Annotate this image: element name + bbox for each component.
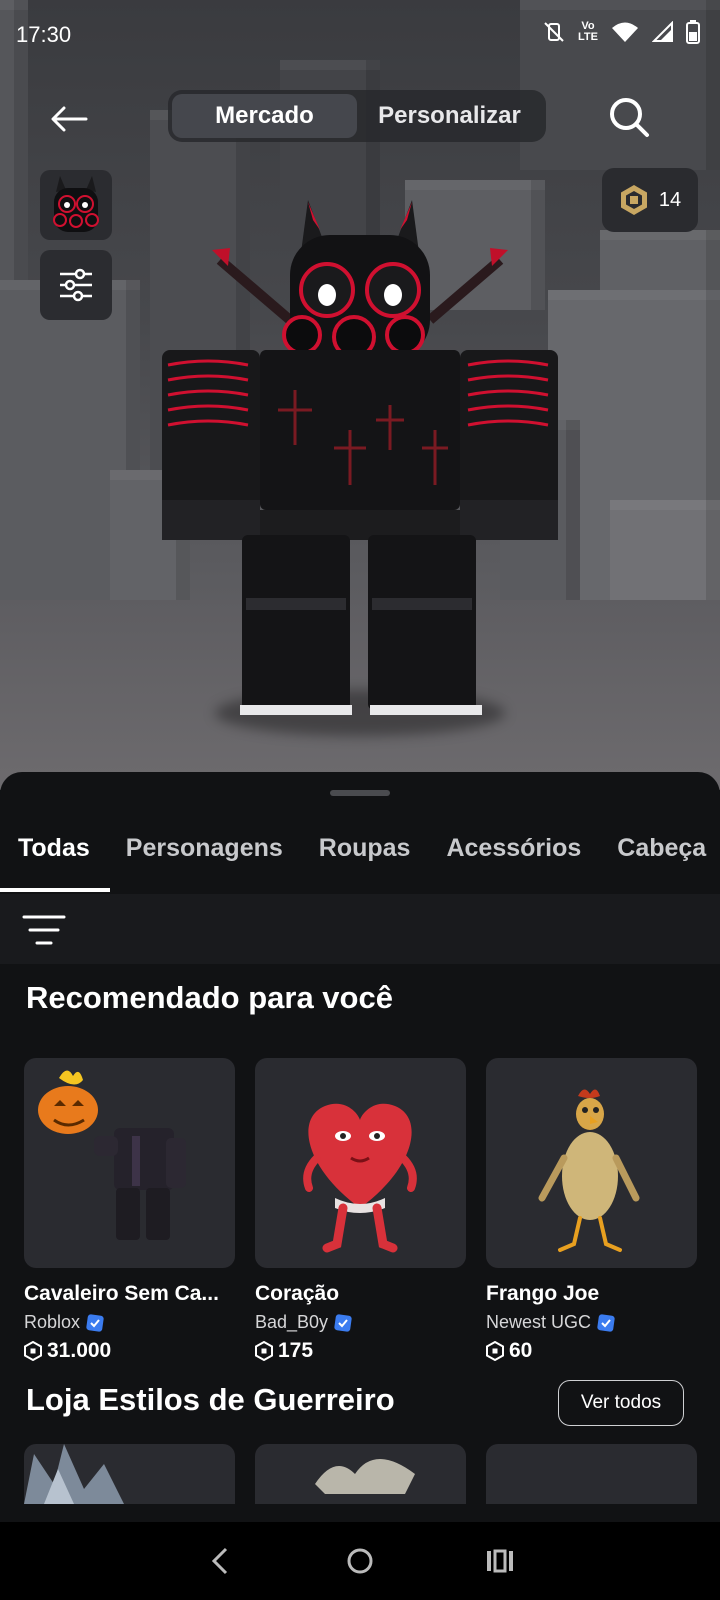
avatar-thumbnail-button[interactable] bbox=[40, 170, 112, 240]
item-card[interactable] bbox=[486, 1444, 697, 1504]
price-value: 60 bbox=[509, 1339, 533, 1362]
item-price: 31.000 bbox=[24, 1339, 235, 1363]
item-creator: Newest UGC bbox=[486, 1312, 697, 1333]
chicken-character-image bbox=[538, 1089, 640, 1252]
item-creator: Roblox bbox=[24, 1312, 235, 1333]
avatar-head-icon bbox=[53, 176, 99, 232]
item-card[interactable]: Frango Joe Newest UGC 60 bbox=[486, 1058, 697, 1363]
item-card[interactable] bbox=[255, 1444, 466, 1504]
tab-mercado[interactable]: Mercado bbox=[172, 94, 357, 138]
tab-acessorios[interactable]: Acessórios bbox=[428, 828, 599, 888]
filter-row bbox=[0, 894, 720, 964]
item-card[interactable]: Cavaleiro Sem Ca... Roblox 31.000 bbox=[24, 1058, 235, 1363]
avatar-character[interactable] bbox=[150, 190, 570, 730]
section-title-recommended: Recomendado para você bbox=[26, 980, 393, 1015]
item-thumbnail bbox=[255, 1058, 466, 1268]
signal-icon bbox=[652, 21, 673, 42]
item-price: 60 bbox=[486, 1339, 697, 1363]
creator-name: Newest UGC bbox=[486, 1312, 592, 1332]
section-title-shop: Loja Estilos de Guerreiro bbox=[26, 1382, 395, 1417]
heart-character-image bbox=[303, 1103, 417, 1253]
robux-icon bbox=[486, 1341, 504, 1361]
status-time: 17:30 bbox=[16, 22, 72, 47]
item-creator: Bad_B0y bbox=[255, 1312, 466, 1333]
tab-personagens[interactable]: Personagens bbox=[108, 828, 301, 888]
status-icons: Vo LTE bbox=[542, 20, 700, 44]
robux-amount: 14 bbox=[658, 188, 682, 211]
item-card[interactable]: Coração Bad_B0y 175 bbox=[255, 1058, 466, 1363]
tab-roupas[interactable]: Roupas bbox=[301, 828, 429, 888]
nav-home-button[interactable] bbox=[340, 1541, 380, 1581]
creator-name: Bad_B0y bbox=[255, 1312, 329, 1332]
verified-badge-icon bbox=[597, 1313, 615, 1332]
price-value: 175 bbox=[278, 1339, 314, 1362]
battery-icon bbox=[686, 20, 700, 44]
nav-back-button[interactable] bbox=[200, 1541, 240, 1581]
sheet-drag-handle[interactable] bbox=[330, 790, 390, 796]
sliders-icon bbox=[60, 268, 92, 302]
nav-recents-button[interactable] bbox=[480, 1541, 520, 1581]
tab-cabeca[interactable]: Cabeça bbox=[599, 828, 720, 888]
back-button[interactable] bbox=[44, 94, 94, 144]
tab-todas[interactable]: Todas bbox=[0, 828, 108, 888]
avatar-settings-button[interactable] bbox=[40, 250, 112, 320]
home-circle-icon bbox=[347, 1548, 373, 1574]
wifi-icon bbox=[612, 22, 638, 42]
vibrate-off-icon bbox=[544, 22, 564, 42]
status-bar: 17:30 Vo LTE bbox=[0, 0, 720, 72]
item-card[interactable] bbox=[24, 1444, 235, 1504]
verified-badge-icon bbox=[86, 1313, 104, 1332]
mode-switcher: Mercado Personalizar bbox=[168, 90, 546, 142]
recommended-list: Cavaleiro Sem Ca... Roblox 31.000 Coraçã… bbox=[24, 1058, 704, 1363]
filter-icon[interactable] bbox=[22, 912, 66, 948]
network-label: Vo LTE bbox=[578, 20, 598, 43]
recents-icon bbox=[487, 1549, 513, 1573]
item-thumbnail bbox=[24, 1444, 124, 1504]
system-navigation-bar bbox=[0, 1522, 720, 1600]
robux-balance-button[interactable]: 14 bbox=[602, 168, 698, 232]
active-tab-indicator bbox=[0, 888, 110, 892]
headless-knight-image bbox=[38, 1070, 186, 1240]
chevron-left-icon bbox=[211, 1547, 228, 1575]
search-button[interactable] bbox=[604, 92, 654, 142]
robux-icon bbox=[620, 185, 647, 215]
category-tabs: Todas Personagens Roupas Acessórios Cabe… bbox=[0, 828, 720, 888]
item-name: Frango Joe bbox=[486, 1282, 600, 1305]
item-thumbnail bbox=[24, 1058, 235, 1268]
item-thumbnail bbox=[315, 1459, 415, 1494]
catalog-sheet: Todas Personagens Roupas Acessórios Cabe… bbox=[0, 772, 720, 1522]
creator-name: Roblox bbox=[24, 1312, 81, 1332]
see-all-button[interactable]: Ver todos bbox=[558, 1380, 684, 1426]
verified-badge-icon bbox=[334, 1313, 352, 1332]
shop-list bbox=[24, 1444, 704, 1504]
item-name: Coração bbox=[255, 1282, 340, 1305]
tab-personalizar[interactable]: Personalizar bbox=[357, 94, 542, 138]
arrow-left-icon bbox=[51, 106, 88, 132]
search-icon bbox=[610, 98, 649, 137]
item-thumbnail bbox=[486, 1058, 697, 1268]
robux-icon bbox=[255, 1341, 273, 1361]
item-name: Cavaleiro Sem Ca... bbox=[24, 1282, 219, 1305]
robux-icon bbox=[24, 1341, 42, 1361]
item-price: 175 bbox=[255, 1339, 466, 1363]
price-value: 31.000 bbox=[47, 1339, 112, 1362]
